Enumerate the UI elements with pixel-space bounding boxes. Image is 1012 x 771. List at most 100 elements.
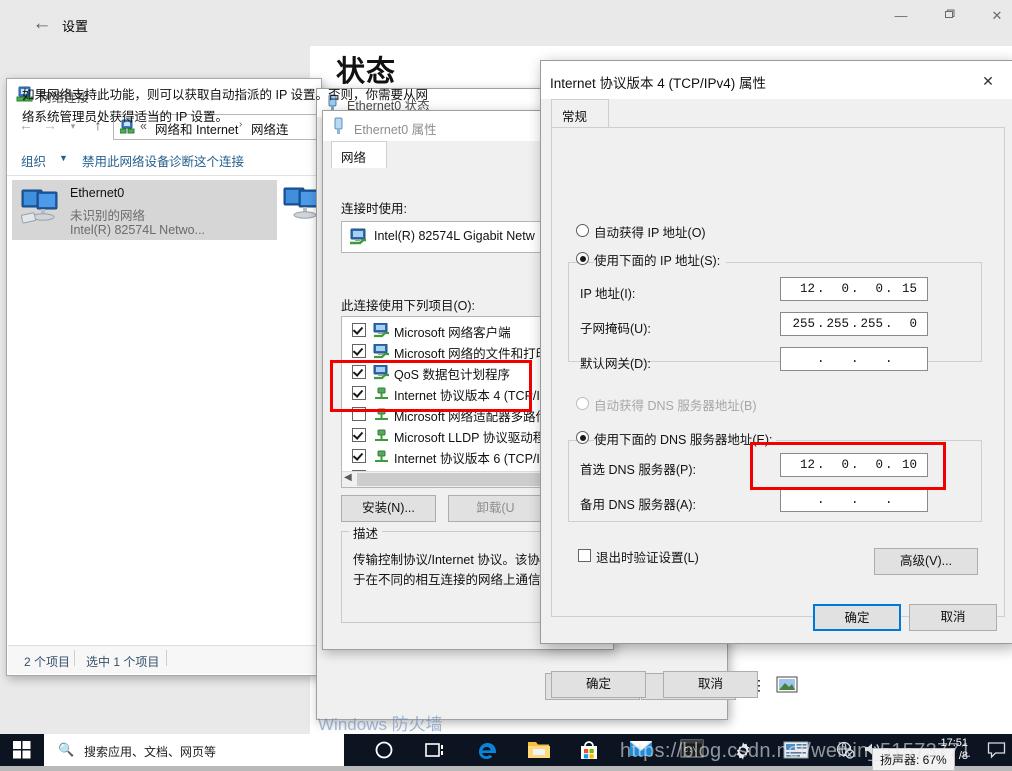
ipv4-intro-line-2: 络系统管理员处获得适当的 IP 设置。 [22, 110, 229, 124]
preferred-dns-label: 首选 DNS 服务器(P): [580, 463, 696, 477]
file-explorer-icon[interactable] [527, 739, 550, 761]
octet-dot: . [817, 317, 825, 331]
tab-label: 常规 [562, 110, 588, 124]
search-input[interactable]: 🔍 搜索应用、文档、网页等 [44, 734, 344, 766]
ip-address-label: IP 地址(I): [580, 287, 636, 301]
network-item-checkbox[interactable] [352, 344, 366, 358]
tab-general[interactable]: 常规 [551, 99, 609, 129]
ethernet-cancel-button[interactable]: 取消 [663, 671, 758, 698]
radio-use-following-ip[interactable] [576, 252, 589, 265]
network-connections-window: 网络连接 ← → ▾ ↑ « 网络和 Internet › 网络连 组织 ▼ 禁… [6, 78, 322, 676]
octet-dot: . [885, 317, 893, 331]
ipv4-dialog-title: Internet 协议版本 4 (TCP/IPv4) 属性 [550, 76, 767, 91]
network-item-checkbox[interactable] [352, 428, 366, 442]
octet-dot: . [817, 352, 825, 366]
subnet-mask-input[interactable]: 255 . 255 . 255 . 0 [780, 312, 928, 336]
ethernet-properties-icon [332, 117, 345, 138]
network-item-checkbox[interactable] [352, 449, 366, 463]
connection-name: Ethernet0 [70, 186, 125, 200]
octet-dot: . [851, 352, 859, 366]
network-item-label: Microsoft 网络客户端 [394, 326, 511, 340]
uninstall-button: 卸载(U [448, 495, 543, 522]
mask-octet-3: 255 [860, 317, 883, 331]
octet-dot: . [851, 282, 859, 296]
radio-obtain-ip-automatically[interactable] [576, 224, 589, 237]
ip-address-input[interactable]: 12 . 0 . 0 . 15 [780, 277, 928, 301]
network-client-icon [373, 322, 390, 341]
edge-icon[interactable] [476, 739, 498, 761]
description-legend: 描述 [349, 523, 383, 542]
task-view-icon[interactable] [424, 739, 446, 761]
install-button[interactable]: 安装(N)... [341, 495, 436, 522]
radio-obtain-ip-automatically-label[interactable]: 自动获得 IP 地址(O) [594, 222, 706, 241]
windows-start-icon[interactable] [0, 734, 44, 766]
octet-dot: . [851, 317, 859, 331]
settings-back-button[interactable]: ← [28, 12, 56, 36]
connections-list [7, 176, 319, 646]
ipv4-tabstrip: 常规 [541, 99, 1012, 129]
validate-settings-label[interactable]: 退出时验证设置(L) [596, 547, 699, 566]
microsoft-store-icon[interactable] [578, 739, 600, 761]
ethernet-properties-title: Ethernet0 属性 [354, 123, 437, 137]
settings-title: 设置 [62, 19, 89, 34]
octet-dot: . [885, 282, 893, 296]
cortana-icon[interactable] [373, 739, 395, 761]
ip-octet-4: 15 [901, 282, 917, 296]
protocol-icon [373, 449, 390, 467]
search-placeholder: 搜索应用、文档、网页等 [84, 745, 217, 759]
minimize-button[interactable]: — [878, 0, 924, 32]
highlight-box-ipv4-item [330, 360, 532, 412]
maximize-button[interactable] [926, 0, 972, 32]
ethernet-ok-button[interactable]: 确定 [551, 671, 646, 698]
toolbar-organize-button[interactable]: 组织 [21, 151, 46, 170]
status-item-count: 2 个项目 [24, 655, 71, 669]
breadcrumb-item-leaf[interactable]: 网络连 [251, 119, 289, 138]
explorer-status-bar: 2 个项目 选中 1 个项目 [8, 645, 319, 674]
radio-obtain-dns-automatically[interactable] [576, 397, 589, 410]
octet-dot: . [817, 493, 825, 507]
description-line-2: 于在不同的相互连接的网络上通信。 [353, 573, 554, 587]
list-item[interactable]: Ethernet0 未识别的网络 Intel(R) 82574L Netwo..… [12, 180, 277, 240]
watermark-secondary: Windows 防火墙 [318, 715, 443, 734]
adapter-name: Intel(R) 82574L Gigabit Netw [374, 229, 535, 243]
default-gateway-input[interactable]: . . . [780, 347, 928, 371]
alternate-dns-input[interactable]: . . . [780, 488, 928, 512]
status-selected-count: 选中 1 个项目 [86, 655, 160, 669]
ipv4-cancel-button[interactable]: 取消 [909, 604, 997, 631]
close-button[interactable]: ✕ [974, 0, 1012, 32]
action-center-icon[interactable] [987, 741, 1006, 762]
watermark-url: https://blog.csdn.net/weixin_51573771 [620, 740, 972, 762]
ipv4-ok-button[interactable]: 确定 [813, 604, 901, 631]
status-divider [74, 650, 75, 666]
octet-dot: . [885, 493, 893, 507]
octet-dot: . [817, 282, 825, 296]
ipv4-panel [551, 127, 1005, 617]
advanced-button[interactable]: 高级(V)... [874, 548, 978, 575]
search-icon: 🔍 [58, 742, 75, 757]
radio-obtain-dns-automatically-label[interactable]: 自动获得 DNS 服务器地址(B) [594, 395, 757, 414]
settings-titlebar [0, 0, 1012, 46]
network-item-label: Microsoft LLDP 协议驱动程序 [394, 431, 558, 445]
tab-label: 网络 [341, 151, 367, 165]
maximize-icon [945, 9, 955, 18]
toolbar-diagnose-button[interactable]: 诊断这个连接 [169, 151, 244, 170]
close-icon[interactable]: ✕ [971, 69, 1005, 93]
items-label: 此连接使用下列项目(O): [341, 299, 476, 313]
connection-adapter: Intel(R) 82574L Netwo... [70, 223, 206, 237]
picture-view-icon[interactable] [776, 676, 798, 693]
toolbar-disable-device-button[interactable]: 禁用此网络设备 [82, 151, 170, 170]
validate-settings-checkbox[interactable] [578, 549, 591, 562]
description-line-1: 传输控制协议/Internet 协议。该协 [353, 553, 540, 567]
default-gateway-label: 默认网关(D): [580, 357, 651, 371]
radio-use-following-ip-label[interactable]: 使用下面的 IP 地址(S): [594, 250, 727, 269]
scroll-left-button[interactable]: ◀ [344, 472, 352, 483]
connection-status: 未识别的网络 [70, 209, 146, 223]
tab-network[interactable]: 网络 [331, 141, 387, 170]
mask-octet-1: 255 [792, 317, 815, 331]
chevron-down-icon[interactable]: ▼ [59, 153, 68, 163]
ip-octet-3: 0 [875, 282, 883, 296]
radio-use-following-dns[interactable] [576, 431, 589, 444]
breadcrumb-chevron-icon: › [239, 119, 243, 130]
alternate-dns-label: 备用 DNS 服务器(A): [580, 498, 696, 512]
network-item-checkbox[interactable] [352, 323, 366, 337]
